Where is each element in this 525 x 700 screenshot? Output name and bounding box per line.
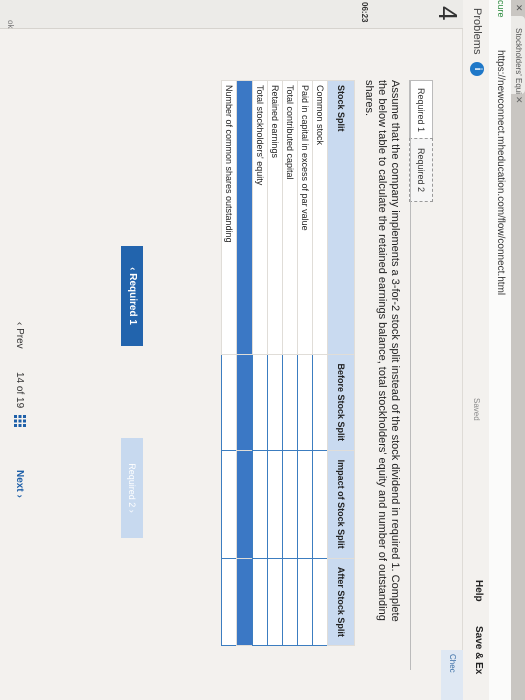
page-indicator: 14 of 19: [14, 372, 25, 408]
address-bar[interactable]: cure https://newconnect.mheducation.com/…: [488, 0, 511, 700]
page-current: 14: [14, 372, 25, 384]
table-row: Total stockholders' equity: [252, 80, 268, 646]
page-total: 19: [14, 397, 25, 409]
prev-required-label: Required 1: [127, 273, 138, 325]
input-cell[interactable]: [312, 354, 328, 451]
page-of: of: [14, 385, 25, 395]
problems-label: Problems: [471, 8, 483, 55]
prev-button[interactable]: ‹ Prev: [14, 322, 25, 349]
input-cell[interactable]: [267, 450, 283, 559]
top-bar: Problems i Saved Help Save & Ex: [462, 0, 489, 700]
tab-required-1[interactable]: Required 1: [409, 80, 433, 140]
row-label: Total contributed capital: [282, 80, 298, 355]
row-label: Retained earnings: [267, 80, 283, 355]
stock-split-table: Stock Split Before Stock Split Impact of…: [221, 80, 355, 646]
table-header-label: Stock Split: [327, 80, 355, 355]
input-cell[interactable]: [297, 558, 313, 646]
secure-label: cure: [496, 0, 506, 18]
chevron-right-icon: ›: [127, 509, 137, 513]
tab-close-icon[interactable]: ✕: [513, 96, 524, 104]
table-row: Common stock: [312, 80, 328, 646]
input-cell[interactable]: [282, 354, 298, 451]
col-impact-header: Impact of Stock Split: [327, 450, 355, 559]
input-cell[interactable]: [312, 450, 328, 559]
row-label: Paid in capital in excess of par value: [297, 80, 313, 355]
input-cell[interactable]: [252, 558, 268, 646]
tab-required-2[interactable]: Required 2: [409, 138, 433, 202]
table-row: Retained earnings: [267, 80, 283, 646]
input-cell[interactable]: [267, 558, 283, 646]
next-required-label: Required 2: [127, 463, 137, 508]
input-cell[interactable]: [252, 354, 268, 451]
input-cell[interactable]: [312, 558, 328, 646]
browser-tab[interactable]: Stockholders' Equity Ch: [511, 16, 525, 94]
row-label: Total stockholders' equity: [252, 80, 268, 355]
next-button[interactable]: Next ›: [14, 470, 25, 498]
input-cell[interactable]: [252, 450, 268, 559]
close-tab-icon[interactable]: ✕: [513, 4, 524, 12]
input-cell[interactable]: [221, 354, 237, 451]
question-number: 4: [433, 6, 463, 21]
input-cell[interactable]: [282, 450, 298, 559]
help-link[interactable]: Help: [473, 580, 484, 602]
timer: 06:23: [360, 2, 369, 23]
input-cell[interactable]: [267, 354, 283, 451]
grid-icon[interactable]: [14, 415, 26, 427]
next-required-button[interactable]: Required 2 ›: [121, 438, 143, 538]
input-cell[interactable]: [221, 558, 237, 646]
rotated-screen: ✕ Stockholders' Equity Ch ✕ cure https:/…: [0, 0, 525, 700]
prev-label: Prev: [14, 328, 25, 349]
row-label: [236, 80, 253, 355]
chevron-left-icon: ‹: [14, 322, 25, 326]
chevron-right-icon: ›: [14, 494, 25, 498]
info-icon[interactable]: i: [470, 62, 484, 76]
saved-status: Saved: [472, 398, 481, 421]
row-label: Common stock: [312, 80, 328, 355]
table-row: [236, 80, 253, 646]
save-exit-button[interactable]: Save & Ex: [473, 626, 484, 674]
table-row: Number of common shares outstanding: [221, 80, 237, 646]
table-row: Total contributed capital: [282, 80, 298, 646]
tab-divider: [410, 80, 411, 670]
chevron-left-icon: ‹: [127, 267, 138, 271]
prev-required-button[interactable]: ‹ Required 1: [121, 246, 143, 346]
tab-title: Stockholders' Equity Ch: [514, 28, 523, 94]
input-cell[interactable]: [282, 558, 298, 646]
table-row: Paid in capital in excess of par value: [297, 80, 313, 646]
spacer-cell: [236, 450, 253, 559]
next-label: Next: [14, 470, 25, 492]
col-after-header: After Stock Split: [327, 558, 355, 646]
instruction-text: Assume that the company implements a 3-f…: [363, 80, 401, 622]
spacer-cell: [236, 354, 253, 451]
ok-label: ok: [6, 20, 15, 29]
url-text[interactable]: https://newconnect.mheducation.com/flow/…: [495, 50, 506, 295]
col-before-header: Before Stock Split: [327, 354, 355, 451]
input-cell[interactable]: [297, 450, 313, 559]
spacer-cell: [236, 558, 253, 646]
check-button[interactable]: Chec: [441, 650, 463, 700]
row-label: Number of common shares outstanding: [221, 80, 237, 355]
input-cell[interactable]: [297, 354, 313, 451]
input-cell[interactable]: [221, 450, 237, 559]
browser-tab-bar: ✕ Stockholders' Equity Ch ✕: [511, 0, 525, 700]
question-sidebar: 4 06:23: [0, 0, 463, 29]
